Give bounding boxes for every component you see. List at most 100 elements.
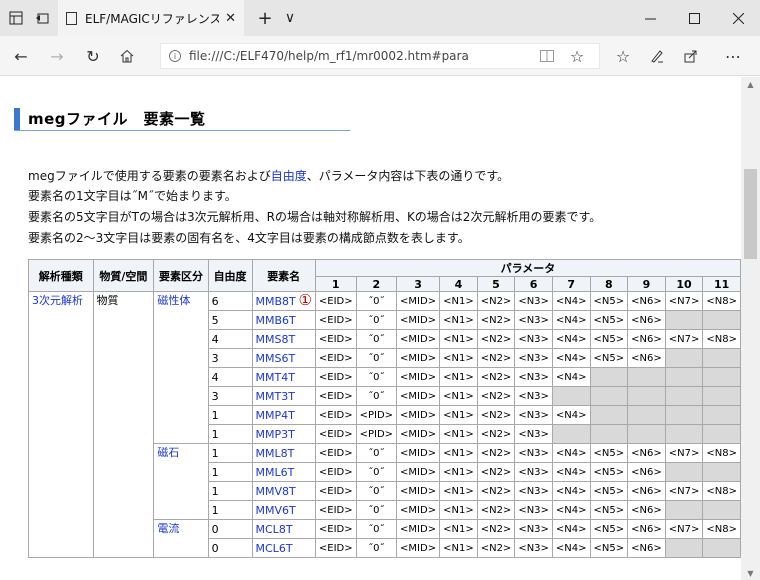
element-name-link[interactable]: MMV8T xyxy=(251,481,316,501)
param-cell: <N2> xyxy=(476,481,516,501)
analysis-3d-link[interactable]: 3次元解析 xyxy=(28,291,94,558)
param-cell: <N4> xyxy=(551,348,591,368)
element-name-link[interactable]: MCL8T xyxy=(251,519,316,539)
element-name-link[interactable]: MML6T xyxy=(251,462,316,482)
param-cell: <N6> xyxy=(627,500,666,520)
element-name-text: MMP4T xyxy=(255,408,295,422)
para1-text-pre: megファイルで使用する要素の要素名および xyxy=(28,169,271,183)
element-name-link[interactable]: MMT4T xyxy=(251,367,316,387)
category-link-cat2[interactable]: 磁石 xyxy=(153,443,209,520)
reading-view-icon[interactable] xyxy=(532,36,562,76)
param-cell: <MID> xyxy=(396,310,441,330)
param-cell: ˝0˝ xyxy=(355,443,398,463)
param-col-header: 5 xyxy=(476,276,516,292)
param-cell: <N1> xyxy=(439,538,478,558)
category-link-cat3[interactable]: 電流 xyxy=(153,519,209,558)
tab-active[interactable]: ELF/MAGICリファレンス 要 ✕ xyxy=(58,0,244,36)
param-cell: <N5> xyxy=(589,443,629,463)
scroll-up-icon[interactable]: ▲ xyxy=(741,77,760,91)
refresh-icon[interactable]: ↻ xyxy=(78,36,108,76)
param-cell: <N2> xyxy=(476,500,516,520)
empty-param-cell xyxy=(702,405,741,425)
element-name-link[interactable]: MMT3T xyxy=(251,386,316,406)
param-cell: <N2> xyxy=(476,386,516,406)
dof-cell: 3 xyxy=(207,348,253,368)
param-cell: <N2> xyxy=(476,329,516,349)
param-cell: <MID> xyxy=(396,367,441,387)
param-cell: ˝0˝ xyxy=(355,481,398,501)
header-dof-link[interactable]: 自由度 xyxy=(207,259,253,292)
dof-cell: 1 xyxy=(207,462,253,482)
param-cell: <MID> xyxy=(396,329,441,349)
dof-link[interactable]: 自由度 xyxy=(271,169,307,183)
vertical-scrollbar[interactable]: ▲ ▼ xyxy=(741,77,760,580)
share-icon[interactable] xyxy=(676,36,706,76)
param-cell: <EID> xyxy=(314,329,357,349)
favorites-list-icon[interactable]: ☆ xyxy=(608,36,638,76)
more-menu-icon[interactable]: ⋯ xyxy=(718,36,748,76)
paragraph-3: 要素名の5文字目がTの場合は3次元解析用、Rの場合は軸対称解析用、Kの場合は2次… xyxy=(28,210,602,224)
param-cell: <N7> xyxy=(664,519,704,539)
dof-cell: 4 xyxy=(207,367,253,387)
element-name-link[interactable]: MML8T xyxy=(251,443,316,463)
paragraph-2: 要素名の1文字目は˝M˝で始まります。 xyxy=(28,189,237,203)
param-cell: <N6> xyxy=(627,348,666,368)
dof-cell: 0 xyxy=(207,519,253,539)
scroll-down-icon[interactable]: ▼ xyxy=(741,566,760,580)
new-tab-button[interactable]: + xyxy=(252,0,278,36)
minimize-icon[interactable] xyxy=(628,0,672,36)
element-name-link[interactable]: MMB8T ① xyxy=(251,291,316,311)
param-cell: <N4> xyxy=(551,443,591,463)
heading-text: megファイル 要素一覧 xyxy=(28,110,206,128)
close-window-icon[interactable] xyxy=(716,0,760,36)
param-cell: <N3> xyxy=(514,348,553,368)
element-name-link[interactable]: MMB6T xyxy=(251,310,316,330)
element-name-link[interactable]: MMS6T xyxy=(251,348,316,368)
home-icon[interactable] xyxy=(112,36,142,76)
tab-menu-button[interactable]: ∨ xyxy=(278,0,302,36)
info-icon[interactable]: i xyxy=(169,50,181,62)
param-cell: <N2> xyxy=(476,424,516,444)
element-name-text: MMV6T xyxy=(255,503,296,517)
tab-actions-icon[interactable] xyxy=(4,0,28,36)
pen-notes-icon[interactable] xyxy=(642,36,672,76)
annotation-marker: ① xyxy=(298,291,312,309)
maximize-icon[interactable] xyxy=(672,0,716,36)
element-name-link[interactable]: MMV6T xyxy=(251,500,316,520)
element-name-link[interactable]: MCL6T xyxy=(251,538,316,558)
favorite-star-icon[interactable]: ☆ xyxy=(562,36,592,76)
close-tab-icon[interactable]: ✕ xyxy=(225,11,236,26)
dof-cell: 5 xyxy=(207,310,253,330)
forward-arrow-icon[interactable]: → xyxy=(42,36,72,76)
param-cell: <N4> xyxy=(551,538,591,558)
param-col-header: 1 xyxy=(314,276,357,292)
param-cell: <N3> xyxy=(514,481,553,501)
scroll-thumb[interactable] xyxy=(744,169,757,259)
param-cell: <N5> xyxy=(589,519,629,539)
param-cell: <N4> xyxy=(551,481,591,501)
param-cell: <N4> xyxy=(551,291,591,311)
element-name-text: MML6T xyxy=(255,465,295,479)
param-cell: <N7> xyxy=(664,291,704,311)
param-cell: <N5> xyxy=(589,329,629,349)
empty-param-cell xyxy=(702,348,741,368)
param-cell: <N6> xyxy=(627,310,666,330)
param-cell: <N5> xyxy=(589,481,629,501)
param-cell: <N6> xyxy=(627,462,666,482)
param-cell: <N1> xyxy=(439,310,478,330)
document-icon xyxy=(66,11,77,25)
empty-param-cell xyxy=(589,386,629,406)
element-name-link[interactable]: MMP3T xyxy=(251,424,316,444)
empty-param-cell xyxy=(664,500,704,520)
element-name-link[interactable]: MMS8T xyxy=(251,329,316,349)
dof-cell: 1 xyxy=(207,424,253,444)
category-link-cat1[interactable]: 磁性体 xyxy=(153,291,209,444)
page-content: megファイル 要素一覧 megファイルで使用する要素の要素名および自由度、パラ… xyxy=(0,77,741,580)
element-name-link[interactable]: MMP4T xyxy=(251,405,316,425)
element-name-text: MCL6T xyxy=(255,541,293,555)
param-cell: <N1> xyxy=(439,291,478,311)
param-cell: <N1> xyxy=(439,424,478,444)
set-aside-tabs-icon[interactable] xyxy=(30,0,54,36)
param-cell: <MID> xyxy=(396,519,441,539)
back-arrow-icon[interactable]: ← xyxy=(6,36,36,76)
